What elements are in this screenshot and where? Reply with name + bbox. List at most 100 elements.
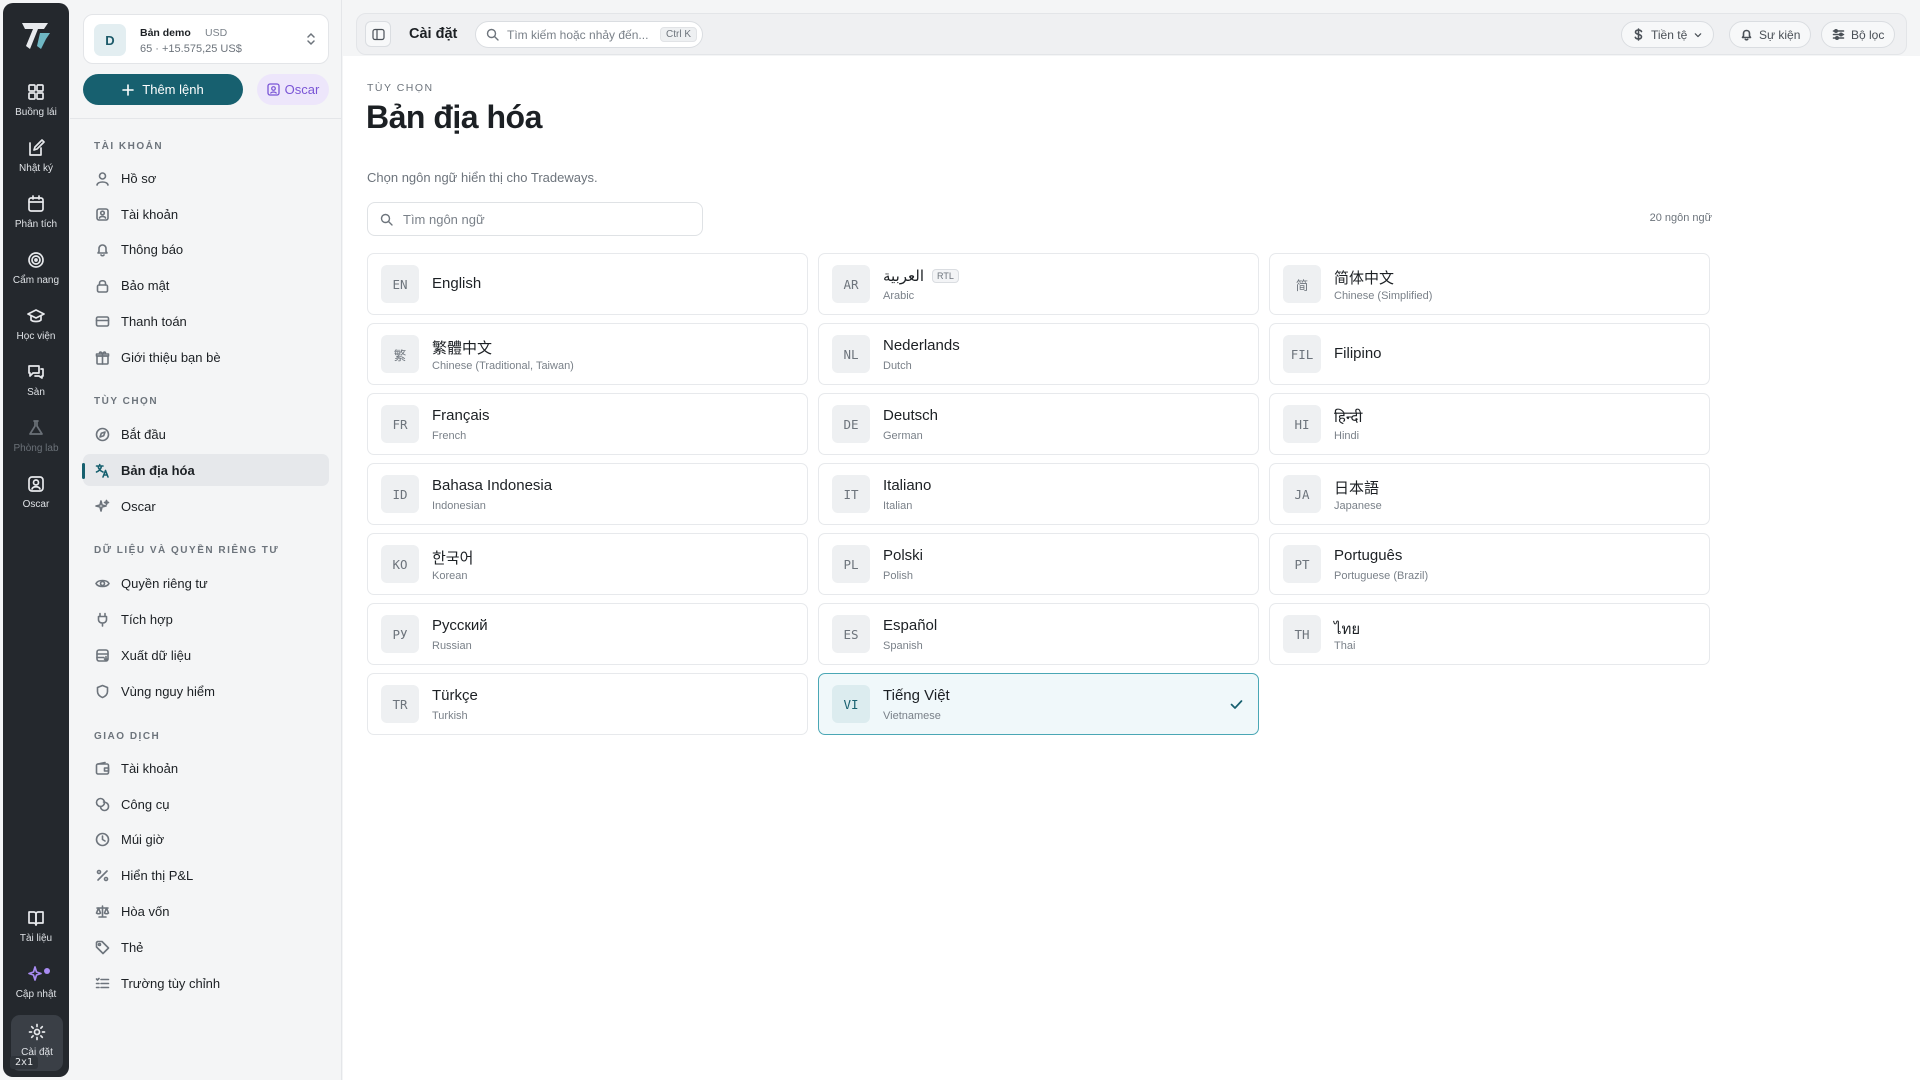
- language-card-fil[interactable]: FIL Filipino: [1269, 323, 1710, 385]
- rail-item-floor[interactable]: Sàn: [3, 363, 69, 415]
- sidebar-item-pnl-display[interactable]: Hiển thị P&L: [83, 859, 329, 891]
- sidebar-item-notifications[interactable]: Thông báo: [83, 233, 329, 265]
- language-card-zh-hant[interactable]: 繁 繁體中文 Chinese (Traditional, Taiwan): [367, 323, 808, 385]
- search-icon: [486, 28, 499, 41]
- page-breadcrumb: Cài đặt: [409, 26, 458, 42]
- language-card-zh-hans[interactable]: 简 简体中文 Chinese (Simplified): [1269, 253, 1710, 315]
- account-name: Bản demo: [140, 27, 191, 39]
- language-card-id[interactable]: ID Bahasa Indonesia Indonesian: [367, 463, 808, 525]
- language-native-name: English: [432, 275, 481, 292]
- language-card-ja[interactable]: JA 日本語 Japanese: [1269, 463, 1710, 525]
- sidebar-item-getting-started[interactable]: Bắt đầu: [83, 418, 329, 450]
- sidebar-item-billing[interactable]: Thanh toán: [83, 305, 329, 337]
- language-card-ru[interactable]: РУ Русский Russian: [367, 603, 808, 665]
- rail-item-analytics[interactable]: Phân tích: [3, 195, 69, 247]
- sidebar-item-breakeven[interactable]: Hòa vốn: [83, 895, 329, 927]
- language-native-text: Tiếng Việt: [883, 687, 950, 704]
- filter-button[interactable]: Bộ lọc: [1821, 21, 1896, 48]
- gift-icon: [95, 350, 110, 365]
- sidebar-item-profile[interactable]: Hồ sơ: [83, 162, 329, 194]
- language-card-th[interactable]: TH ไทย Thai: [1269, 603, 1710, 665]
- rail-item-label: Nhật ký: [19, 163, 53, 174]
- rail-item-cockpit[interactable]: Buồng lái: [3, 83, 69, 135]
- sidebar-item-export[interactable]: Xuất dữ liệu: [83, 639, 329, 671]
- sidebar-item-oscar[interactable]: Oscar: [83, 490, 329, 522]
- language-native-name: Tiếng Việt: [883, 687, 950, 704]
- rail-item-label: Buồng lái: [15, 107, 57, 118]
- page-description: Chọn ngôn ngữ hiển thị cho Tradeways.: [367, 170, 598, 185]
- language-native-text: Deutsch: [883, 407, 939, 424]
- sidebar-toggle-icon: [371, 28, 385, 40]
- journal-icon: [29, 139, 45, 156]
- language-card-es[interactable]: ES Español Spanish: [818, 603, 1259, 665]
- sidebar-item-referral[interactable]: Giới thiệu bạn bè: [83, 341, 329, 373]
- rail-item-oscar[interactable]: Oscar: [3, 475, 69, 527]
- translate-icon: [95, 463, 109, 478]
- sidebar-item-privacy[interactable]: Quyền riêng tư: [83, 567, 329, 599]
- rail-item-label: Cẩm nang: [12, 275, 60, 286]
- language-card-nl[interactable]: NL Nederlands Dutch: [818, 323, 1259, 385]
- language-card-tr[interactable]: TR Türkçe Turkish: [367, 673, 808, 735]
- sidebar-item-custom-fields[interactable]: Trường tùy chỉnh: [83, 967, 329, 999]
- scale-icon: [95, 904, 110, 918]
- sidebar-item-security[interactable]: Bảo mật: [83, 269, 329, 301]
- rail-item-updates[interactable]: Cập nhật: [3, 965, 69, 1017]
- events-button[interactable]: Sự kiện: [1729, 21, 1812, 48]
- language-card-vi[interactable]: VI Tiếng Việt Vietnamese: [818, 673, 1259, 735]
- rail-item-playbook[interactable]: Cẩm nang: [3, 251, 69, 303]
- book-icon: [28, 911, 44, 926]
- playbook-icon: [28, 252, 44, 268]
- coins-icon: [95, 797, 110, 811]
- sidebar-item-trading-accounts[interactable]: Tài khoản: [83, 752, 329, 784]
- language-code: TH: [1283, 615, 1321, 653]
- sidebar-item-tags[interactable]: Thẻ: [83, 931, 329, 963]
- sidebar-item-account[interactable]: Tài khoản: [83, 198, 329, 230]
- language-english-name: Arabic: [883, 290, 915, 302]
- sidebar-item-danger-zone[interactable]: Vùng nguy hiểm: [83, 675, 329, 707]
- language-code: NL: [832, 335, 870, 373]
- rail-item-academy[interactable]: Học viện: [3, 307, 69, 359]
- rail-item-docs[interactable]: Tài liệu: [3, 909, 69, 961]
- language-card-de[interactable]: DE Deutsch German: [818, 393, 1259, 455]
- page-title: Bản địa hóa: [366, 99, 542, 135]
- rail-item-lab[interactable]: Phòng lab: [3, 419, 69, 471]
- chat-icon: [28, 365, 44, 379]
- rail-item-label: Phân tích: [14, 219, 58, 230]
- sidebar-item-instruments[interactable]: Công cụ: [83, 788, 329, 820]
- language-card-ko[interactable]: KO 한국어 Korean: [367, 533, 808, 595]
- rail-item-journal[interactable]: Nhật ký: [3, 139, 69, 191]
- language-card-en[interactable]: EN English: [367, 253, 808, 315]
- account-switcher[interactable]: D Bản demo USD 65 · +15.575,25 US$: [83, 14, 329, 64]
- language-english-name: Portuguese (Brazil): [1334, 570, 1429, 582]
- language-search-input[interactable]: Tìm ngôn ngữ: [367, 202, 703, 236]
- language-card-fr[interactable]: FR Français French: [367, 393, 808, 455]
- sidebar-item-localization[interactable]: Bản địa hóa: [83, 454, 329, 486]
- account-currency: USD: [205, 27, 228, 39]
- filter-label: Bộ lọc: [1851, 27, 1885, 42]
- language-card-pt[interactable]: PT Português Portuguese (Brazil): [1269, 533, 1710, 595]
- sidebar-item-label: Thẻ: [121, 939, 144, 955]
- language-card-pl[interactable]: PL Polski Polish: [818, 533, 1259, 595]
- settings-sidebar: D Bản demo USD 65 · +15.575,25 US$ Thêm …: [70, 0, 342, 1080]
- top-bar: Cài đặt Tìm kiếm hoặc nhảy đến... Ctrl K…: [356, 13, 1907, 55]
- sidebar-toggle-button[interactable]: [365, 21, 391, 47]
- currency-button[interactable]: Tiền tệ: [1621, 21, 1715, 48]
- language-card-ar[interactable]: AR العربية RTL Arabic: [818, 253, 1259, 315]
- oscar-button[interactable]: Oscar: [257, 74, 329, 105]
- language-card-it[interactable]: IT Italiano Italian: [818, 463, 1259, 525]
- sidebar-item-integrations[interactable]: Tích hợp: [83, 603, 329, 635]
- sidebar-item-label: Hiển thị P&L: [121, 867, 194, 883]
- language-native-name: Русский: [432, 617, 488, 634]
- add-order-label: Thêm lệnh: [142, 82, 204, 97]
- global-search[interactable]: Tìm kiếm hoặc nhảy đến... Ctrl K: [475, 21, 703, 48]
- oscar-button-label: Oscar: [284, 82, 320, 97]
- sidebar-item-timezone[interactable]: Múi giờ: [83, 823, 329, 855]
- sidebar-item-label: Quyền riêng tư: [121, 575, 208, 591]
- language-native-name: Español: [883, 617, 937, 634]
- language-code: JA: [1283, 475, 1321, 513]
- add-order-button[interactable]: Thêm lệnh: [83, 74, 243, 105]
- language-card-hi[interactable]: HI हिन्दी Hindi: [1269, 393, 1710, 455]
- tradeways-logo[interactable]: [19, 19, 53, 53]
- language-code: PL: [832, 545, 870, 583]
- app-rail: Buồng lái Nhật ký Phân tích Cẩm nang Học…: [3, 3, 69, 1077]
